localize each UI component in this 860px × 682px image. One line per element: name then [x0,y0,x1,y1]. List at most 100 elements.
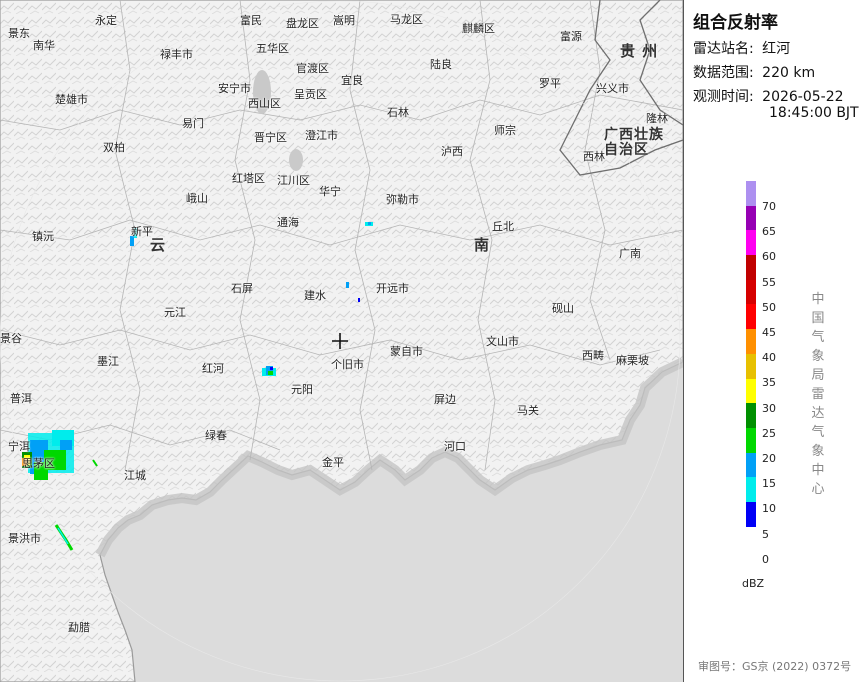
fuxian-lake [289,149,303,171]
legend-tick-label: 70 [762,200,776,213]
province-label: 贵 州 [620,42,659,60]
legend-tick-label: 30 [762,401,776,415]
legend-tick-label: 40 [762,351,776,365]
time-date: 2026-05-22 [762,89,844,105]
place-label: 西畴 [582,349,604,362]
time-clock: 18:45:00 BJT [769,105,859,121]
legend-tick-label: 5 [762,527,769,541]
place-label: 通海 [277,216,299,229]
place-label: 屏边 [434,393,456,406]
legend-swatch [746,230,756,256]
legend-tick-label: 35 [762,376,776,390]
range-value: 220 km [762,65,816,81]
place-label: 红塔区 [232,172,265,185]
product-title: 组合反射率 [693,13,778,33]
place-label: 金平 [322,456,344,469]
place-label: 南华 [33,39,55,52]
range-label: 数据范围: [693,65,754,81]
place-label: 楚雄市 [55,93,88,106]
place-label: 禄丰市 [160,48,193,61]
legend-tick-label: 55 [762,275,776,289]
place-label: 西林 [583,150,605,163]
radar-product-view: 师宗 泸西 弥勒市 丘北 广南 砚山 文山市 西畴 麻栗坡 马关 屏边 河口 金平 蒙自市 个旧市 开远市 建水… [0,0,860,682]
place-label: 绿春 [205,429,227,442]
place-label: 元阳 [291,383,313,396]
legend-swatch [746,403,756,428]
legend-swatch [746,181,756,206]
legend-swatch [746,452,756,478]
place-label: 西山区 [248,97,281,110]
legend-tick-label: 45 [762,326,776,339]
place-label: 开远市 [376,282,409,295]
legend-swatch [746,427,756,453]
place-label: 墨江 [97,355,119,368]
province-label: 南 [474,236,491,254]
legend-tick-label: 15 [762,477,776,491]
info-panel: 组合反射率 雷达站名: 红河 数据范围: 220 km 观测时间: 2026-0… [683,0,860,682]
place-label: 嵩明 [333,14,355,27]
place-label: 双柏 [103,141,125,154]
place-label: 勐腊 [68,621,90,634]
legend-tick-label: 25 [762,426,776,440]
legend-swatch [746,477,756,502]
place-label: 安宁市 [218,82,251,95]
legend-swatch [746,329,756,354]
place-label: 文山市 [486,335,519,348]
place-label: 建水 [304,289,326,302]
place-label: 景谷 [0,332,22,345]
place-label: 隆林 [646,112,668,125]
place-label: 兴义市 [596,82,629,95]
place-label: 思茅区 [22,457,55,470]
legend-tick-label: 50 [762,300,776,314]
place-label: 师宗 [494,124,516,137]
place-label: 个旧市 [331,358,364,371]
place-label: 元江 [164,306,186,319]
issuer-vertical-text: 中国气象局雷达气象中心 [811,292,825,497]
place-label: 宁洱 [8,440,30,453]
place-label: 石林 [387,106,409,119]
place-label: 红河 [202,362,224,375]
place-label: 景东 [8,27,30,40]
place-label: 澄江市 [305,129,338,142]
place-label: 景洪市 [8,532,41,545]
place-label: 河口 [444,440,466,453]
legend-swatch [746,353,756,379]
place-label: 蒙自市 [390,345,423,358]
place-label: 镇沅 [32,230,54,243]
place-label: 马龙区 [390,13,423,26]
place-label: 砚山 [552,302,574,315]
place-label: 江城 [124,469,146,482]
place-label: 永定 [95,14,117,27]
legend-tick-label: 0 [762,552,769,566]
map-approval-number: 审图号：GS京 (2022) 0372号 [698,660,852,673]
legend-tick-label: 60 [762,250,776,264]
place-label: 马关 [517,404,539,417]
station-label: 雷达站名: [693,41,754,57]
station-value: 红河 [762,41,791,57]
place-label: 宜良 [341,74,363,87]
radar-map[interactable]: 师宗 泸西 弥勒市 丘北 广南 砚山 文山市 西畴 麻栗坡 马关 屏边 河口 金平 蒙自市 个旧市 开远市 建水… [0,0,683,682]
place-label: 广南 [619,247,641,260]
place-label: 丘北 [492,220,514,233]
time-row: 观测时间: 2026-05-22 [693,86,844,106]
legend-unit: dBZ [742,577,765,590]
province-label: 广西壮族 自治区 [604,127,664,158]
place-label: 易门 [182,117,204,130]
legend-swatch [746,205,756,231]
range-row: 数据范围: 220 km [693,62,815,82]
place-label: 普洱 [10,392,32,405]
place-label: 罗平 [539,77,561,90]
place-label: 麒麟区 [462,22,495,35]
place-label: 富源 [560,30,582,43]
dbz-color-legend [746,181,756,527]
legend-swatch [746,279,756,305]
radar-station-marker-icon [332,333,348,349]
place-label: 弥勒市 [386,193,419,206]
place-label: 官渡区 [296,62,329,75]
province-label: 云 [150,236,167,254]
place-label: 石屏 [231,282,253,295]
legend-swatch [746,378,756,404]
place-label: 麻栗坡 [616,354,649,367]
legend-tick-label: 20 [762,452,776,465]
legend-tick-label: 10 [762,502,776,516]
